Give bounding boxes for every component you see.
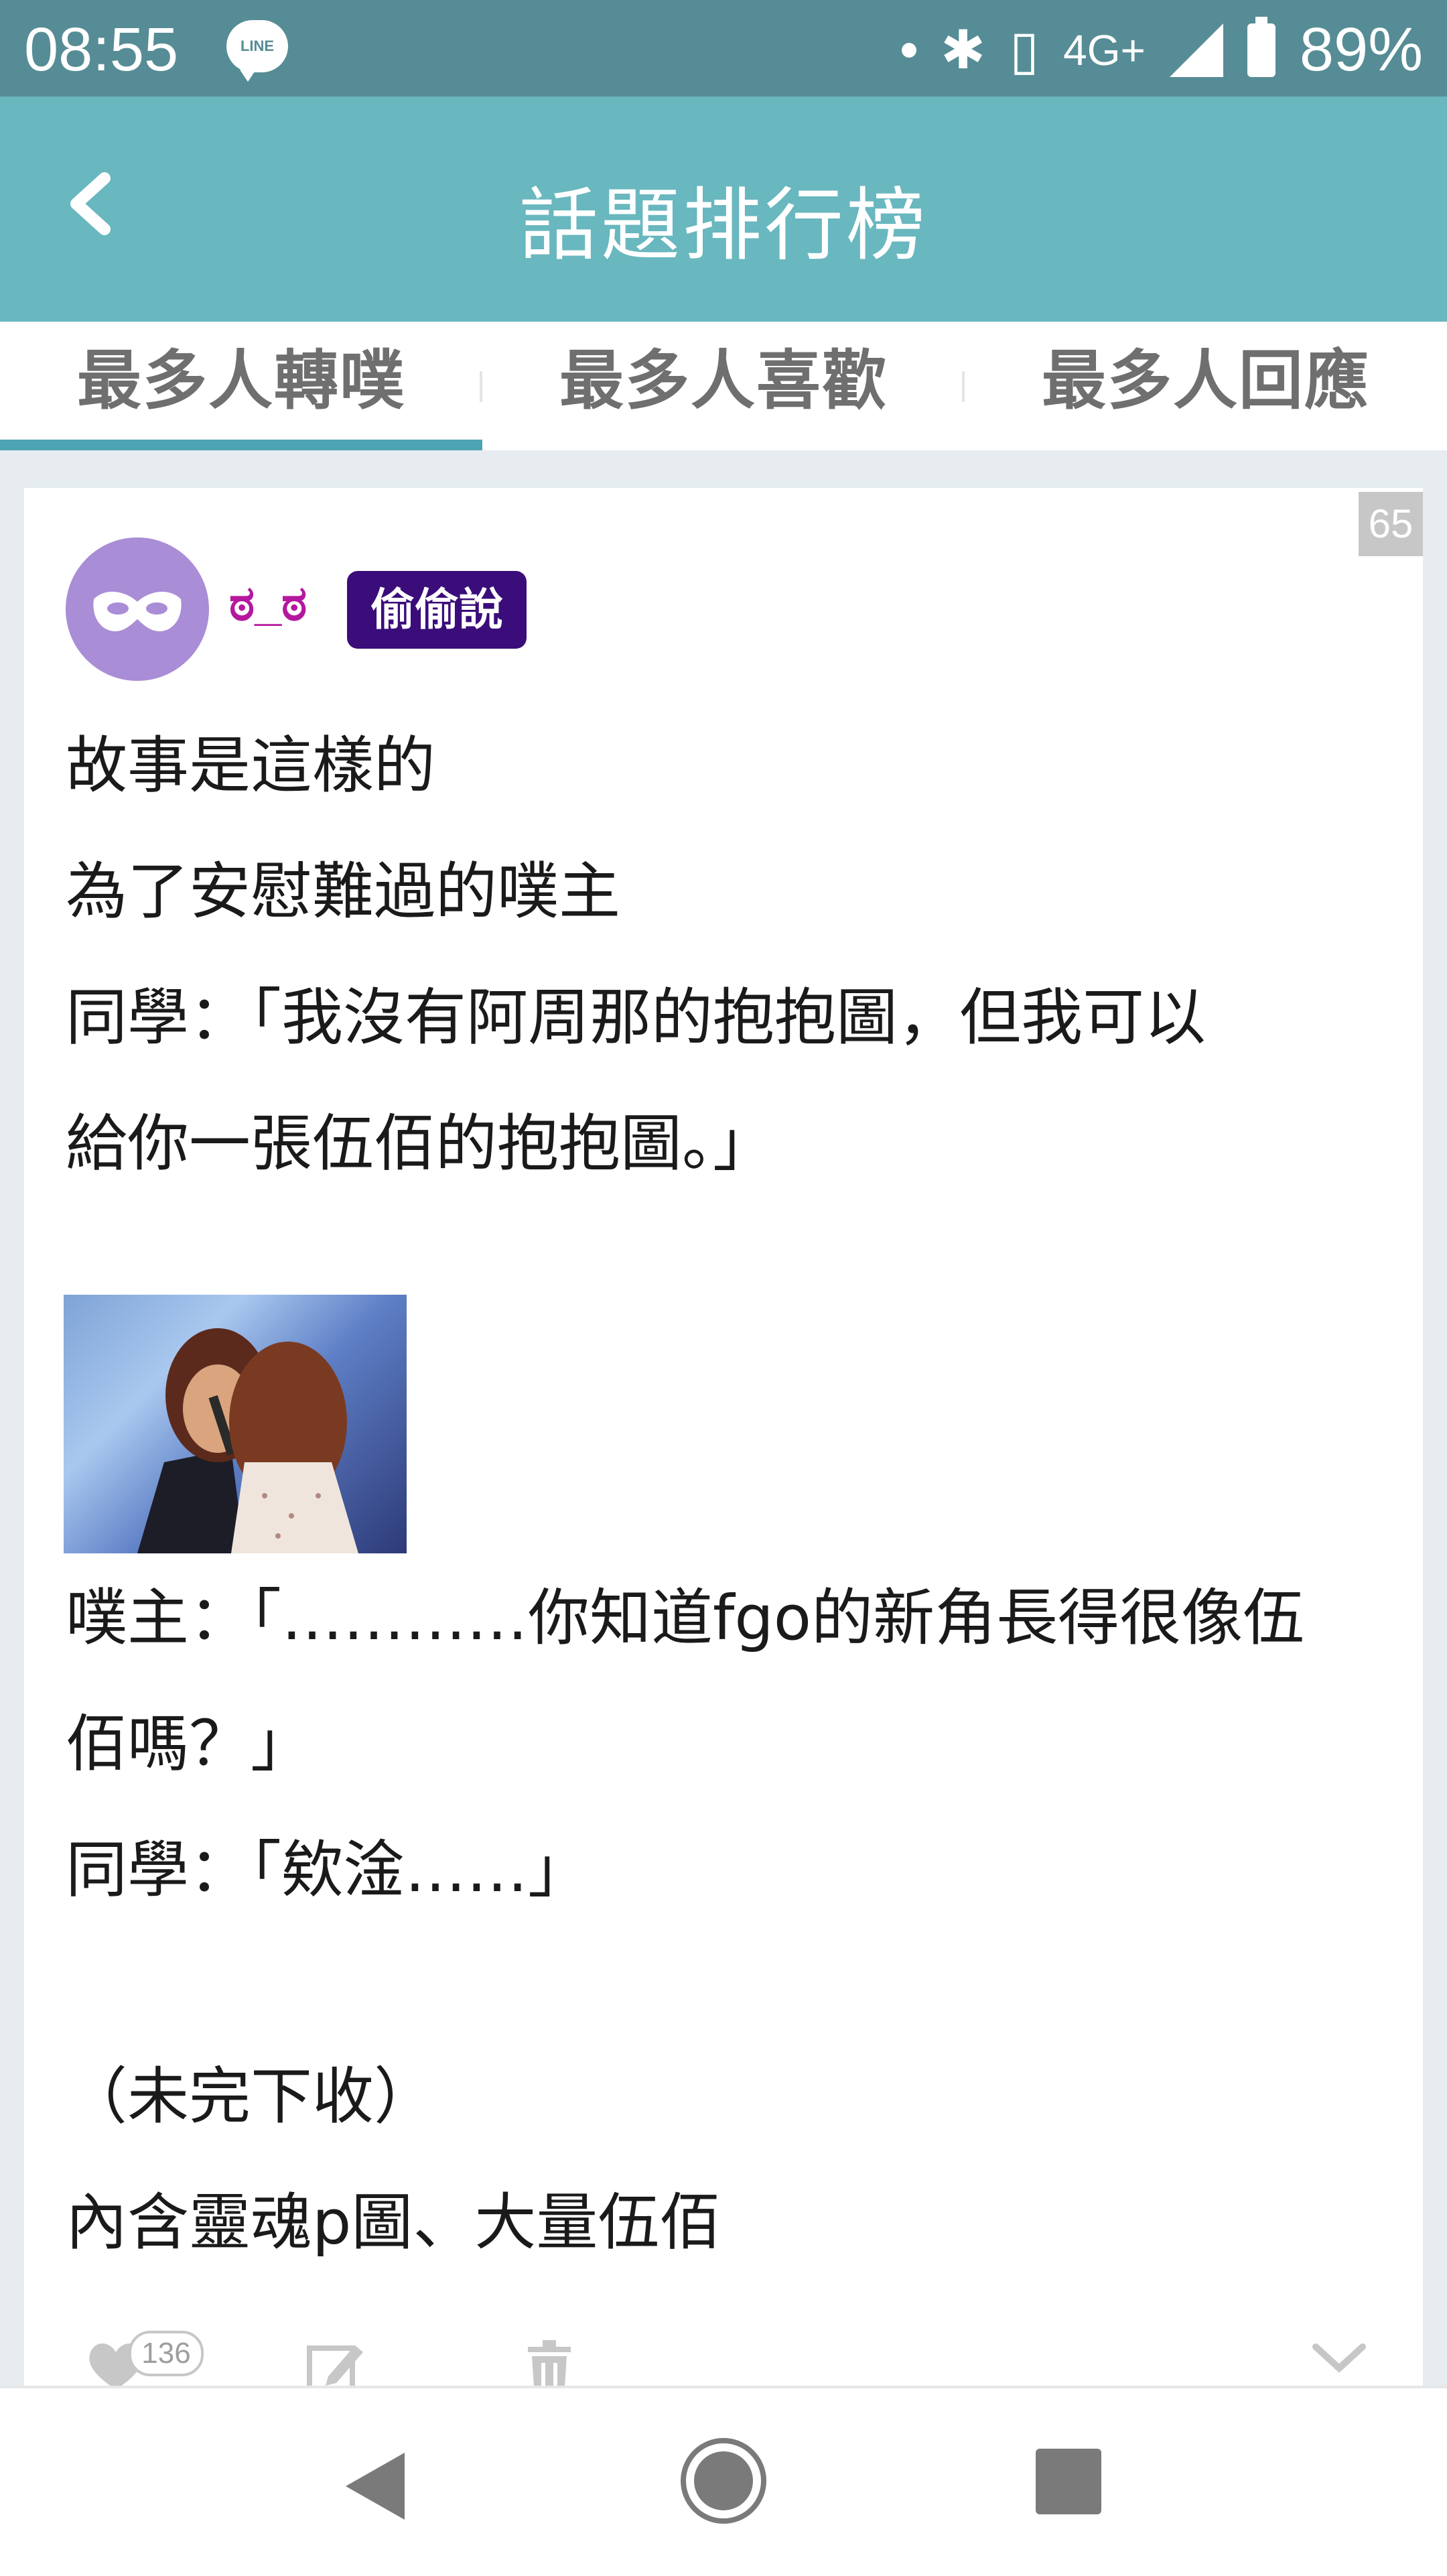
post-image[interactable]	[64, 1295, 407, 1553]
tab-label: 最多人轉噗	[77, 343, 405, 418]
post-text-line: 為了安慰難過的噗主	[66, 856, 621, 927]
network-type: 4G+	[1063, 25, 1146, 74]
post-text-line: 故事是這樣的	[66, 730, 436, 801]
tab-most-replurked[interactable]: 最多人轉噗	[0, 322, 482, 450]
post-text-line: 噗主：「…………你知道fgo的新角長得很像伍	[66, 1582, 1305, 1654]
battery-icon	[1247, 16, 1276, 77]
nav-recents-button[interactable]	[1036, 2449, 1101, 2514]
system-nav-bar	[0, 2386, 1447, 2576]
post-text-line: 同學：「欸淦……」	[66, 1834, 590, 1906]
expand-button[interactable]	[1309, 2339, 1369, 2379]
tab-label: 最多人喜歡	[559, 343, 888, 418]
rank-badge: 65	[1359, 492, 1423, 556]
like-count: 136	[129, 2331, 204, 2376]
tab-label: 最多人回應	[1042, 343, 1370, 418]
status-icons: ✱ ▯ 4G+ 89%	[902, 15, 1423, 85]
line-notification-icon: LINE	[226, 20, 288, 82]
tab-most-replied[interactable]: 最多人回應	[965, 322, 1447, 450]
notification-dot-icon	[902, 42, 917, 58]
anonymous-badge: 偷偷說	[347, 571, 527, 649]
signal-icon	[1169, 23, 1223, 77]
tab-bar: 最多人轉噗 最多人喜歡 最多人回應	[0, 322, 1447, 450]
nav-back-button[interactable]	[338, 2446, 411, 2526]
battery-percent: 89%	[1299, 15, 1423, 84]
nav-home-button[interactable]	[679, 2437, 768, 2525]
home-circle-icon	[681, 2438, 766, 2524]
post-text-line: 內含靈魂p圖、大量伍佰	[66, 2187, 721, 2258]
bluetooth-icon: ✱	[941, 18, 986, 81]
post-text-line: 給你一張伍佰的抱抱圖。」	[66, 1108, 775, 1179]
mask-icon	[93, 591, 182, 631]
post-text-line: （未完下收）	[66, 2061, 436, 2132]
chevron-down-icon	[1312, 2343, 1366, 2373]
status-time: 08:55	[24, 15, 179, 84]
vibrate-icon: ▯	[1010, 18, 1040, 81]
plurk-card[interactable]: 65 ಠ_ಠ 偷偷說 故事是這樣的 為了安慰難過的噗主 同學：「我沒有阿周那的抱…	[24, 488, 1423, 2538]
app-header: 話題排行榜	[0, 96, 1447, 322]
status-bar: 08:55 LINE ✱ ▯ 4G+ 89%	[0, 0, 1447, 96]
tab-most-liked[interactable]: 最多人喜歡	[482, 322, 965, 450]
page-title: 話題排行榜	[519, 179, 928, 271]
hug-photo	[137, 1328, 358, 1553]
post-text-line: 佰嗎？」	[66, 1708, 313, 1780]
triangle-back-icon	[346, 2453, 405, 2520]
avatar[interactable]	[66, 537, 209, 681]
author-nickname[interactable]: ಠ_ಠ	[229, 576, 307, 633]
post-text-line: 同學：「我沒有阿周那的抱抱圖，但我可以	[66, 982, 1207, 1053]
